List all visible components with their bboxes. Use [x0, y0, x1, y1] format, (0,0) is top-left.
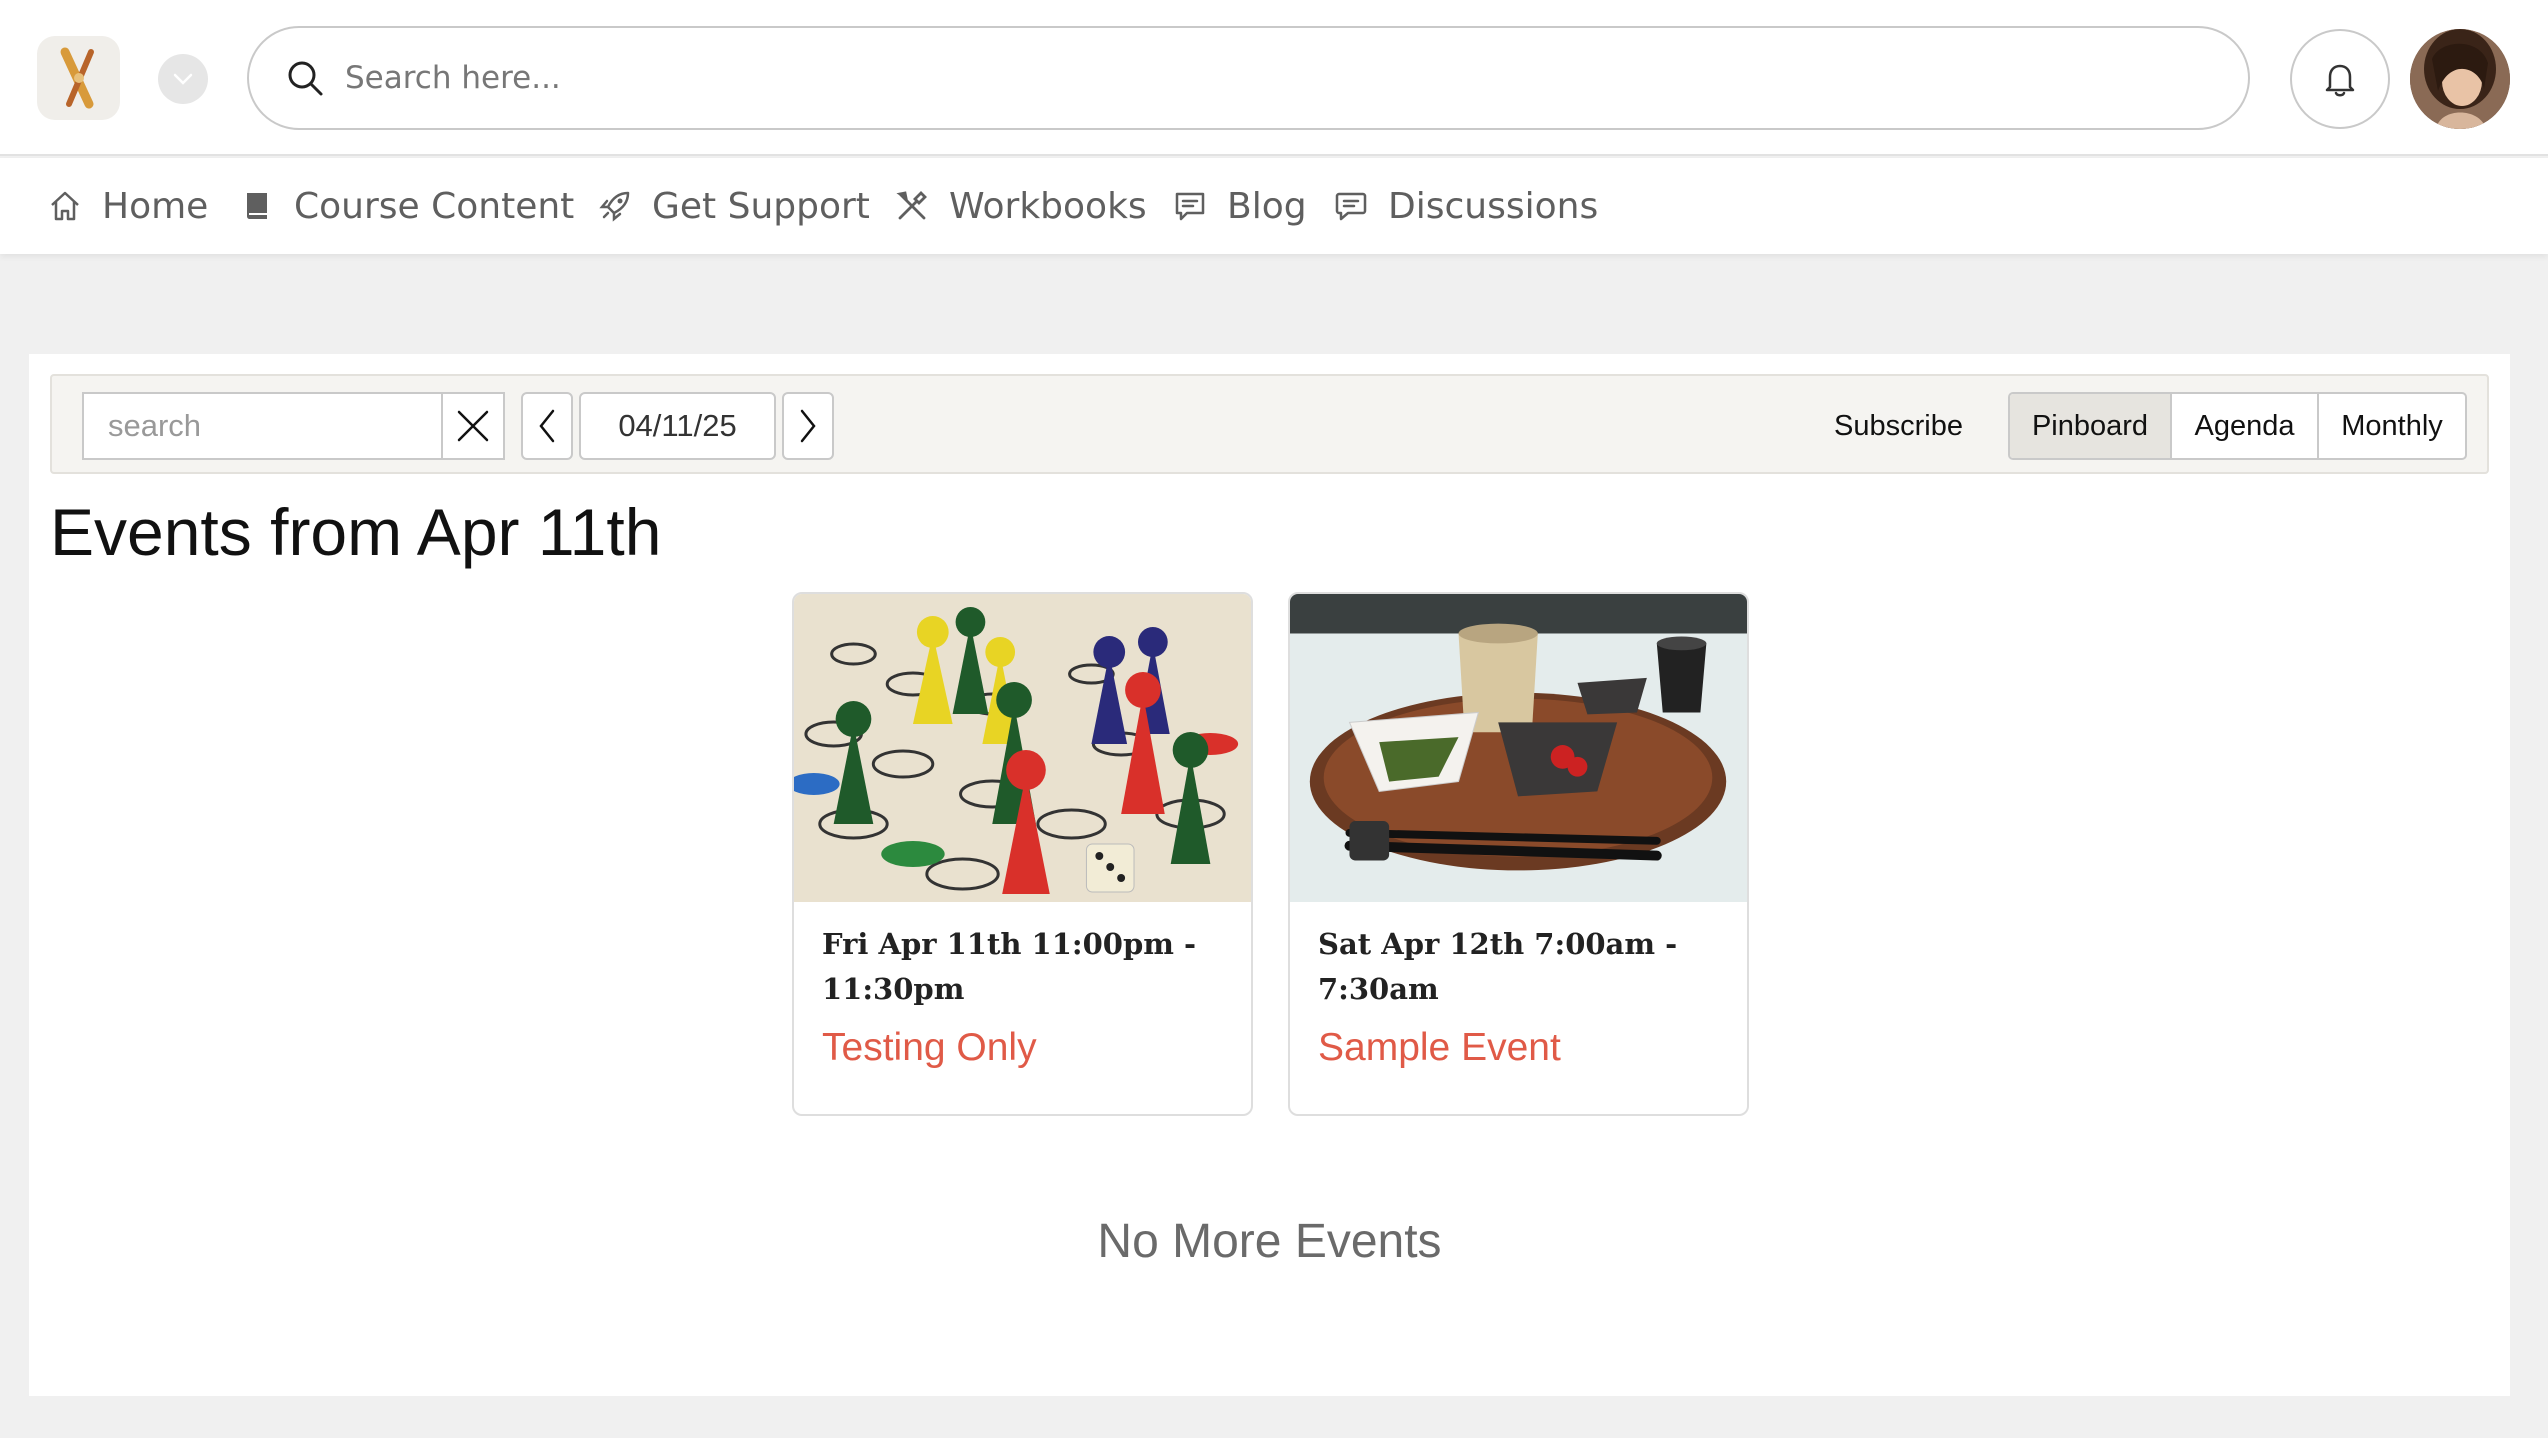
nav-item-label: Workbooks — [949, 185, 1147, 227]
date-picker-field[interactable]: 04/11/25 — [579, 392, 776, 460]
events-heading: Events from Apr 11th — [50, 495, 662, 569]
user-avatar[interactable] — [2410, 29, 2510, 129]
chat-icon — [1335, 192, 1367, 221]
close-icon — [457, 410, 489, 442]
nav-item-course-content[interactable]: Course Content — [240, 158, 574, 254]
logo-icon — [60, 47, 94, 109]
calendar-panel: 04/11/25 Subscribe Pinboard Agenda Month… — [29, 354, 2510, 1396]
event-title[interactable]: Testing Only — [794, 1012, 1251, 1114]
clear-search-button[interactable] — [441, 392, 505, 460]
nav-item-home[interactable]: Home — [48, 158, 208, 254]
nav-item-get-support[interactable]: Get Support — [598, 158, 870, 254]
event-time: Fri Apr 11th 11:00pm - 11:30pm — [822, 927, 1197, 1006]
rocket-icon — [599, 191, 630, 222]
nav-item-label: Course Content — [294, 185, 575, 227]
chevron-down-icon — [173, 73, 193, 85]
bell-icon — [2325, 64, 2355, 97]
view-pinboard-button[interactable]: Pinboard — [2010, 394, 2172, 458]
notifications-button[interactable] — [2290, 29, 2390, 129]
global-search-input[interactable] — [345, 60, 2145, 96]
event-image-tea-tray — [1290, 594, 1747, 902]
view-switcher: Pinboard Agenda Monthly — [2008, 392, 2467, 460]
main-navigation: Home Course Content Get Support Workbook… — [0, 158, 2548, 254]
subscribe-link[interactable]: Subscribe — [1834, 392, 1963, 460]
search-icon — [288, 61, 323, 96]
book-icon — [247, 193, 267, 219]
nav-item-workbooks[interactable]: Workbooks — [895, 158, 1147, 254]
nav-item-blog[interactable]: Blog — [1173, 158, 1307, 254]
previous-date-button[interactable] — [521, 392, 573, 460]
chevron-right-icon — [800, 409, 816, 443]
top-header — [0, 0, 2548, 156]
home-icon — [51, 191, 79, 221]
blog-icon — [1175, 192, 1205, 221]
nav-item-label: Get Support — [652, 185, 870, 227]
event-time: Sat Apr 12th 7:00am - 7:30am — [1318, 927, 1678, 1006]
site-logo[interactable] — [37, 36, 120, 120]
event-card[interactable]: Fri Apr 11th 11:00pm - 11:30pm Testing O… — [792, 592, 1253, 1116]
no-more-events-label: No More Events — [1097, 1215, 1442, 1268]
global-search-bar[interactable] — [247, 26, 2250, 130]
event-card[interactable]: Sat Apr 12th 7:00am - 7:30am Sample Even… — [1288, 592, 1749, 1116]
tools-icon — [896, 191, 927, 220]
avatar-image — [2410, 29, 2510, 129]
chevron-left-icon — [539, 409, 555, 443]
nav-item-label: Home — [102, 185, 209, 227]
event-search-input[interactable] — [82, 392, 444, 460]
view-agenda-button[interactable]: Agenda — [2172, 394, 2319, 458]
logo-dropdown-button[interactable] — [158, 54, 208, 104]
nav-item-discussions[interactable]: Discussions — [1334, 158, 1598, 254]
nav-item-label: Blog — [1227, 185, 1307, 227]
view-monthly-button[interactable]: Monthly — [2319, 394, 2465, 458]
event-image-board-game — [794, 594, 1251, 902]
calendar-toolbar: 04/11/25 Subscribe Pinboard Agenda Month… — [50, 374, 2489, 474]
nav-item-label: Discussions — [1388, 185, 1599, 227]
next-date-button[interactable] — [782, 392, 834, 460]
event-title[interactable]: Sample Event — [1290, 1012, 1747, 1114]
